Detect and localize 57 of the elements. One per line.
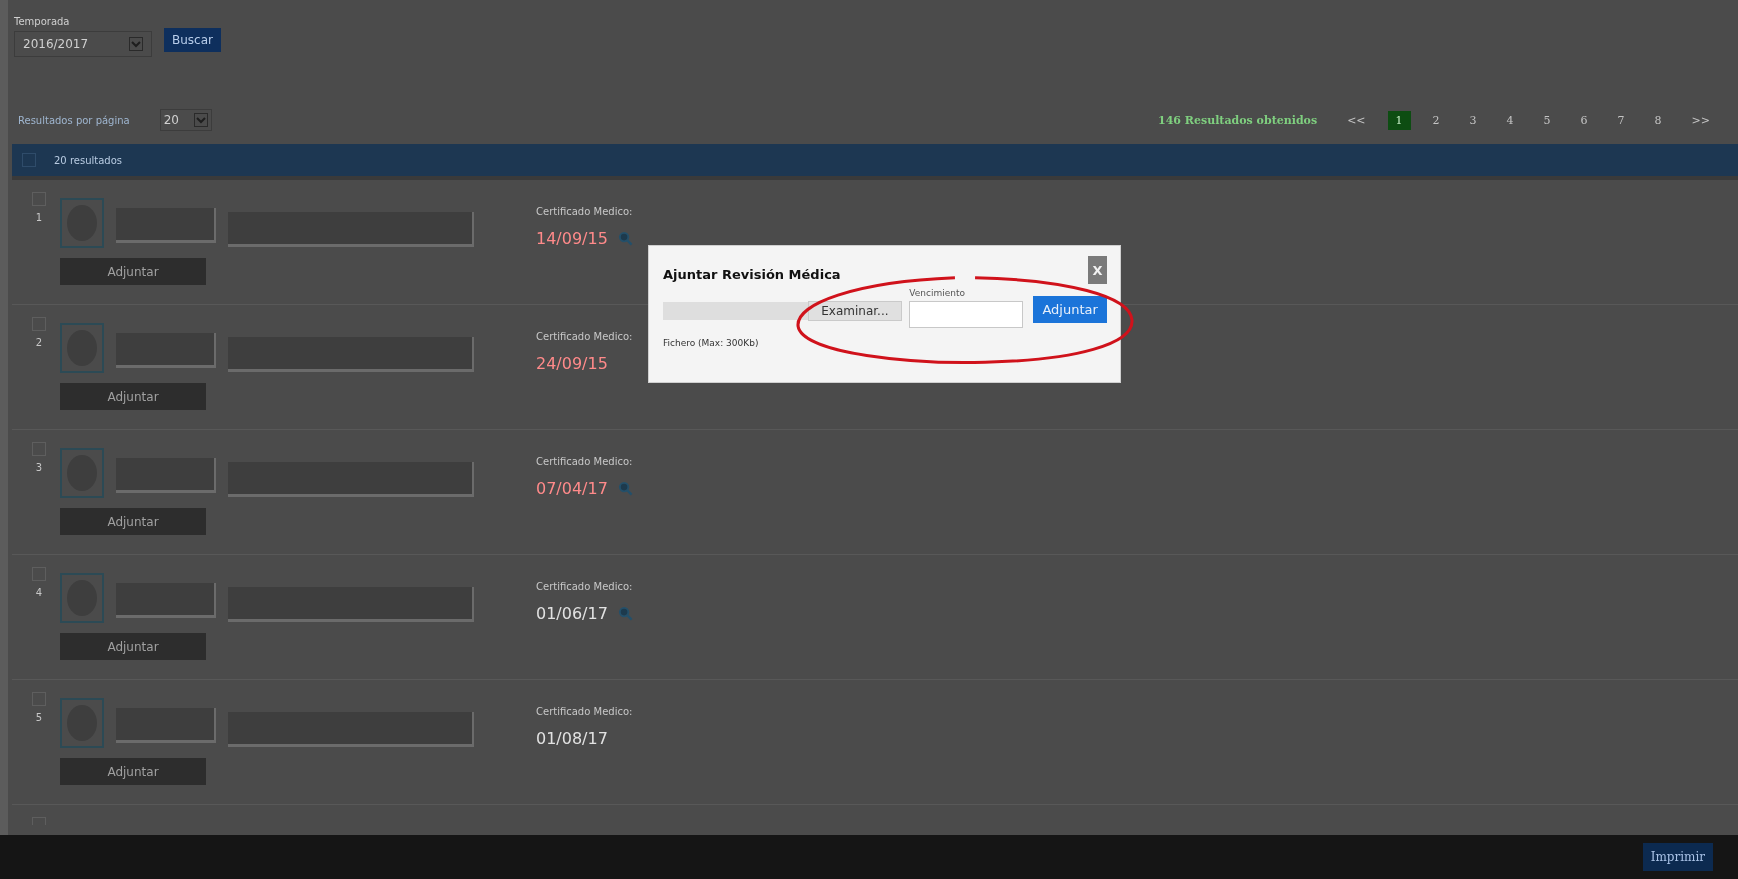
season-label: Temporada xyxy=(14,16,71,27)
certificate-label: Certificado Medico: xyxy=(536,456,633,467)
page-link[interactable]: 4 xyxy=(1498,110,1522,130)
page-link[interactable]: 1 xyxy=(1387,110,1411,130)
attach-button[interactable]: Adjuntar xyxy=(60,508,206,535)
season-select[interactable]: 2016/2017 xyxy=(14,31,152,57)
dialog-title: Ajuntar Revisión Médica xyxy=(663,266,841,282)
avatar-placeholder xyxy=(60,323,104,373)
page-link[interactable]: 6 xyxy=(1572,110,1596,130)
page-link[interactable]: 3 xyxy=(1461,110,1485,130)
expiry-date: 24/09/15 xyxy=(536,354,608,373)
page-link[interactable]: 8 xyxy=(1646,110,1670,130)
expiry-date: 01/08/17 xyxy=(536,729,608,748)
avatar-placeholder xyxy=(60,448,104,498)
checkbox[interactable] xyxy=(22,153,36,167)
caret-icon xyxy=(193,113,208,127)
avatar-placeholder xyxy=(60,198,104,248)
magnifier-icon[interactable] xyxy=(617,606,633,621)
expiry-date: 01/06/17 xyxy=(536,604,608,623)
attach-button[interactable]: Adjuntar xyxy=(1033,296,1107,323)
results-total: 20 resultados xyxy=(54,154,122,166)
expiry-date: 07/04/17 xyxy=(536,479,608,498)
page-link[interactable]: 2 xyxy=(1424,110,1448,130)
file-path-field[interactable] xyxy=(663,302,808,320)
due-date-field[interactable] xyxy=(909,301,1024,328)
magnifier-icon[interactable] xyxy=(617,231,633,246)
previous-page-link[interactable]: << xyxy=(1339,110,1374,130)
attach-button[interactable]: Adjuntar xyxy=(60,758,206,785)
per-page-label: Resultados por página xyxy=(18,114,130,126)
row-number: 3 xyxy=(35,462,43,473)
certificate-label: Certificado Medico: xyxy=(536,206,633,217)
magnifier-icon[interactable] xyxy=(617,481,633,496)
row-number: 5 xyxy=(35,712,43,723)
certificate-label: Certificado Medico: xyxy=(536,331,633,342)
due-date-label: Vencimiento xyxy=(909,288,966,298)
expiry-date: 14/09/15 xyxy=(536,229,608,248)
page-link[interactable]: 5 xyxy=(1535,110,1559,130)
certificate-label: Certificado Medico: xyxy=(536,706,633,717)
results-count: 146 Resultados obtenidos xyxy=(1158,113,1318,127)
page-link[interactable]: 7 xyxy=(1609,110,1633,130)
certificate-label: Certificado Medico: xyxy=(536,581,633,592)
per-page-select[interactable]: 20 xyxy=(159,109,212,131)
search-button[interactable]: Buscar xyxy=(164,28,221,52)
avatar-placeholder xyxy=(60,698,104,748)
browse-button[interactable]: Examinar... xyxy=(807,301,903,321)
avatar-placeholder xyxy=(60,573,104,623)
row-number: 1 xyxy=(35,212,43,223)
attach-button[interactable]: Adjuntar xyxy=(60,383,206,410)
row-number: 4 xyxy=(35,587,43,598)
row-number: 2 xyxy=(35,337,43,348)
next-page-link[interactable]: >> xyxy=(1683,110,1718,130)
caret-icon xyxy=(129,37,143,51)
attach-button[interactable]: Adjuntar xyxy=(60,633,206,660)
close-button[interactable]: X xyxy=(1088,256,1107,284)
print-button[interactable]: Imprimir xyxy=(1642,843,1713,871)
file-size-hint: Fichero (Max: 300Kb) xyxy=(663,338,760,348)
attach-button[interactable]: Adjuntar xyxy=(60,258,206,285)
